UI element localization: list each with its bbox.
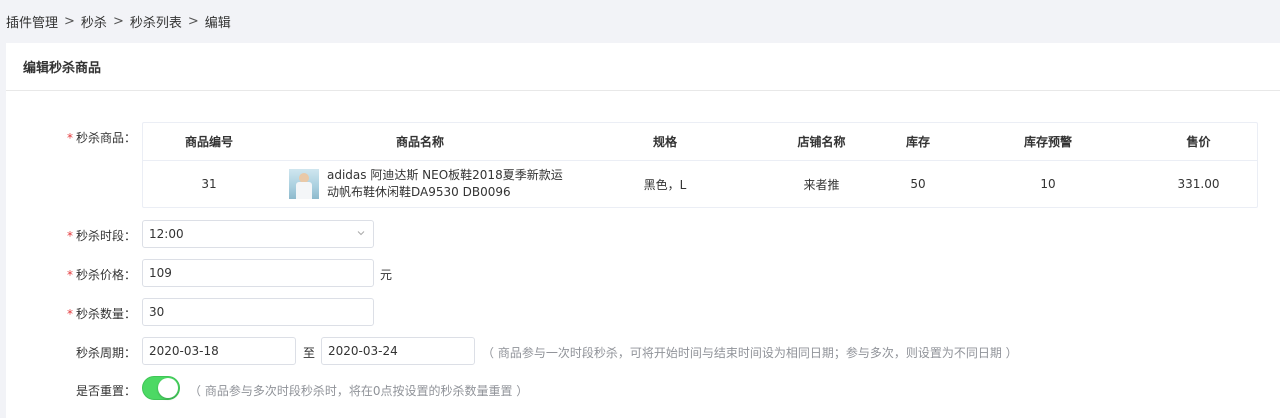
col-header-price: 售价 [1186, 135, 1211, 149]
breadcrumb-item-plugins[interactable]: 插件管理 [6, 12, 58, 31]
quantity-input[interactable]: 30 [142, 298, 374, 326]
price-unit: 元 [380, 268, 393, 282]
required-mark: * [66, 268, 73, 282]
reset-hint: （ 商品参与多次时段秒杀时，将在0点按设置的秒杀数量重置 ） [189, 384, 529, 398]
reset-toggle[interactable] [142, 376, 180, 400]
breadcrumb-separator: > [112, 13, 124, 29]
col-header-stock: 库存 [905, 135, 930, 149]
cell-product: adidas 阿迪达斯 NEO板鞋2018夏季新款运动帆布鞋休闲鞋DA9530 … [289, 161, 579, 207]
breadcrumb-item-seckill[interactable]: 秒杀 [81, 12, 107, 31]
breadcrumb-separator: > [64, 13, 75, 29]
time-slot-label: * 秒杀时段： [66, 229, 136, 243]
quantity-label: * 秒杀数量： [66, 307, 136, 321]
period-label: 秒杀周期： [75, 346, 136, 360]
product-thumbnail [289, 169, 319, 199]
edit-card: 编辑秒杀商品 * 秒杀商品： 商品编号 商品名称 规格 店铺名称 库存 库存预警 … [6, 43, 1280, 418]
cell-shop: 来者推 [803, 177, 840, 192]
start-date-input[interactable]: 2020-03-18 [142, 337, 296, 365]
period-hint: （ 商品参与一次时段秒杀，可将开始时间与结束时间设为相同日期；参与多次，则设置为… [482, 346, 1018, 360]
cell-spec: 黑色，L [643, 177, 687, 192]
time-slot-value: 12:00 [149, 227, 184, 241]
time-slot-select[interactable]: 12:00 [142, 220, 374, 248]
product-label: * 秒杀商品： [66, 131, 136, 145]
breadcrumb-item-edit: 编辑 [204, 15, 231, 31]
cell-stock-warning: 10 [1040, 177, 1056, 191]
quantity-value: 30 [149, 305, 165, 319]
breadcrumb-item-seckill-list[interactable]: 秒杀列表 [130, 12, 182, 31]
cell-id: 31 [201, 177, 217, 191]
table-row: 31 adidas 阿迪达斯 NEO板鞋2018夏季新款运动帆布鞋休闲鞋DA95… [143, 161, 1257, 207]
price-input[interactable]: 109 [142, 259, 374, 287]
cell-stock: 50 [910, 177, 926, 191]
price-label: * 秒杀价格： [66, 268, 136, 282]
date-range-separator: 至 [303, 346, 316, 360]
col-header-shop: 店铺名称 [797, 135, 846, 149]
chevron-down-icon [357, 231, 365, 236]
col-header-stock-warning: 库存预警 [1023, 135, 1072, 149]
required-mark: * [66, 307, 73, 321]
col-header-name: 商品名称 [395, 135, 444, 149]
col-header-id: 商品编号 [184, 135, 233, 149]
breadcrumb-separator: > [187, 13, 199, 29]
start-date-value: 2020-03-18 [149, 344, 219, 358]
required-mark: * [66, 131, 73, 145]
table-header: 商品编号 商品名称 规格 店铺名称 库存 库存预警 售价 [143, 123, 1257, 161]
page-title: 编辑秒杀商品 [23, 61, 102, 76]
required-mark: * [66, 229, 73, 243]
col-header-spec: 规格 [652, 135, 677, 149]
product-table: 商品编号 商品名称 规格 店铺名称 库存 库存预警 售价 31 adidas 阿… [142, 122, 1258, 208]
price-value: 109 [149, 266, 172, 280]
toggle-knob [158, 378, 178, 398]
cell-price: 331.00 [1177, 177, 1220, 191]
end-date-value: 2020-03-24 [328, 344, 398, 358]
end-date-input[interactable]: 2020-03-24 [321, 337, 475, 365]
product-name: adidas 阿迪达斯 NEO板鞋2018夏季新款运动帆布鞋休闲鞋DA9530 … [327, 168, 563, 199]
reset-label: 是否重置： [75, 384, 136, 398]
breadcrumb: 插件管理 > 秒杀 > 秒杀列表 > 编辑 [6, 11, 231, 31]
card-header: 编辑秒杀商品 [6, 43, 1280, 91]
